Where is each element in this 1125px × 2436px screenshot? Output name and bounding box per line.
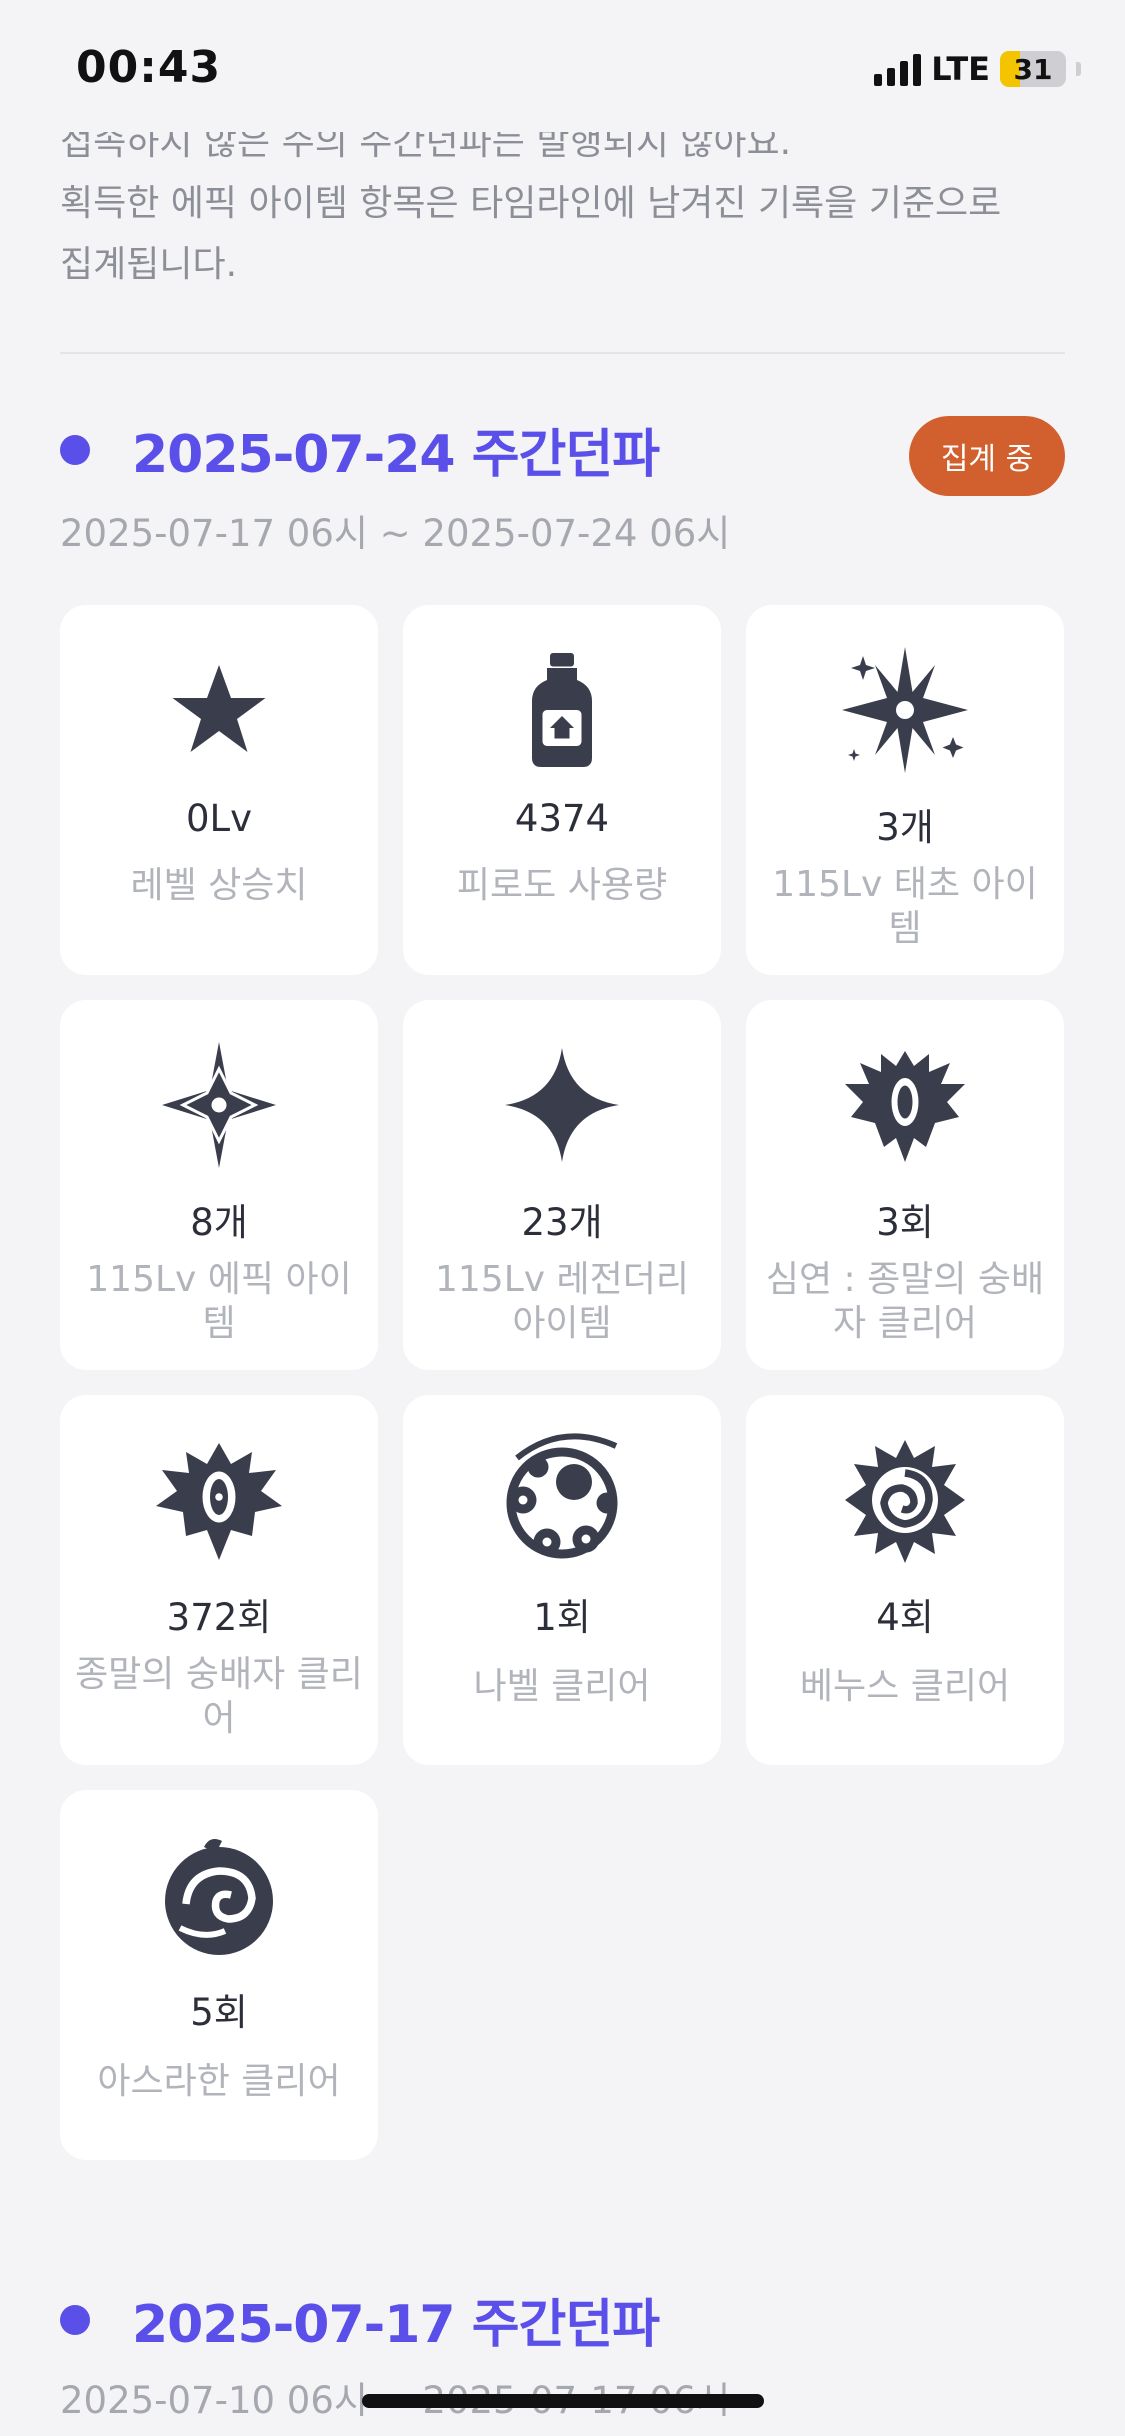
stat-value: 372회 [166, 1596, 272, 1639]
burst-star-icon [830, 635, 980, 785]
notice-text: 접속하지 않은 주의 주간던파는 발행되지 않아요. 획득한 에픽 아이템 항목… [60, 112, 1070, 295]
stat-label: 115Lv 태초 아이템 [772, 864, 1038, 949]
network-type: LTE [931, 50, 990, 88]
week-title-current[interactable]: 2025-07-24 주간던파 [60, 412, 660, 487]
stat-value: 5회 [190, 1991, 248, 2034]
potion-bottle-icon [487, 635, 637, 785]
stat-card-level: 0Lv 레벨 상승치 [60, 605, 378, 975]
notice-line: 획득한 에픽 아이템 항목은 타임라인에 남겨진 기록을 기준으로 [60, 183, 1002, 224]
four-point-star-icon [487, 1030, 637, 1180]
stat-value: 23개 [521, 1201, 603, 1244]
stat-label: 나벨 클리어 [473, 1666, 651, 1707]
bullet-dot [60, 434, 90, 465]
stat-card-nabel-clear: 1회 나벨 클리어 [403, 1395, 721, 1765]
stat-label: 레벨 상승치 [130, 865, 308, 906]
stat-value: 4374 [514, 797, 610, 840]
stat-card-asrahan-clear: 5회 아스라한 클리어 [60, 1790, 378, 2160]
stat-card-cult-clear: 372회 종말의 숭배자 클리어 [60, 1395, 378, 1765]
week-title-text: 2025-07-24 주간던파 [132, 425, 660, 485]
stat-value: 1회 [533, 1596, 591, 1639]
battery-tip [1076, 62, 1081, 76]
divider [60, 352, 1065, 354]
status-bar: 00:43 LTE 31 [0, 0, 1125, 132]
home-indicator[interactable] [362, 2394, 764, 2408]
notice-line: 집계됩니다. [60, 244, 238, 285]
star-icon [144, 635, 294, 785]
battery-level: 31 [1013, 52, 1053, 86]
bullet-dot [60, 2304, 90, 2335]
stat-value: 0Lv [185, 797, 253, 840]
stat-card-abyss-clear: 3회 심연 : 종말의 숭배자 클리어 [746, 1000, 1064, 1370]
stat-value: 3개 [876, 806, 934, 849]
cult-emblem-icon [144, 1425, 294, 1575]
week-title-text: 2025-07-17 주간던파 [132, 2295, 660, 2355]
stat-card-legendary-items: 23개 115Lv 레전더리 아이템 [403, 1000, 721, 1370]
stat-label: 115Lv 레전더리 아이템 [435, 1259, 689, 1344]
stat-value: 3회 [876, 1201, 934, 1244]
stat-label: 115Lv 에픽 아이템 [86, 1259, 352, 1344]
stat-card-venus-clear: 4회 베누스 클리어 [746, 1395, 1064, 1765]
stat-label: 종말의 숭배자 클리어 [75, 1654, 363, 1739]
stats-grid: 0Lv 레벨 상승치 4374 피로도 사용량 3개 115Lv 태초 아이템 … [60, 605, 1065, 2160]
stat-value: 8개 [190, 1201, 248, 1244]
status-badge: 집계 중 [909, 416, 1065, 496]
stat-value: 4회 [876, 1596, 934, 1639]
week-title-previous[interactable]: 2025-07-17 주간던파 [60, 2282, 660, 2357]
status-time: 00:43 [76, 42, 222, 93]
nabel-emblem-icon [487, 1425, 637, 1575]
stat-label: 심연 : 종말의 숭배자 클리어 [765, 1259, 1045, 1344]
week-range: 2025-07-17 06시 ~ 2025-07-24 06시 [60, 512, 731, 555]
venus-rose-icon [830, 1425, 980, 1575]
sparkle-star-icon [144, 1030, 294, 1180]
stat-card-fatigue: 4374 피로도 사용량 [403, 605, 721, 975]
status-indicators: LTE 31 [874, 50, 1081, 88]
battery-icon: 31 [1000, 51, 1066, 87]
stat-card-primeval-items: 3개 115Lv 태초 아이템 [746, 605, 1064, 975]
signal-strength-icon [874, 52, 922, 86]
abyss-emblem-icon [830, 1030, 980, 1180]
stat-card-epic-items: 8개 115Lv 에픽 아이템 [60, 1000, 378, 1370]
stat-label: 베누스 클리어 [799, 1666, 1011, 1707]
asrahan-emblem-icon [144, 1820, 294, 1970]
stat-label: 아스라한 클리어 [97, 2061, 341, 2102]
stat-label: 피로도 사용량 [456, 865, 668, 906]
